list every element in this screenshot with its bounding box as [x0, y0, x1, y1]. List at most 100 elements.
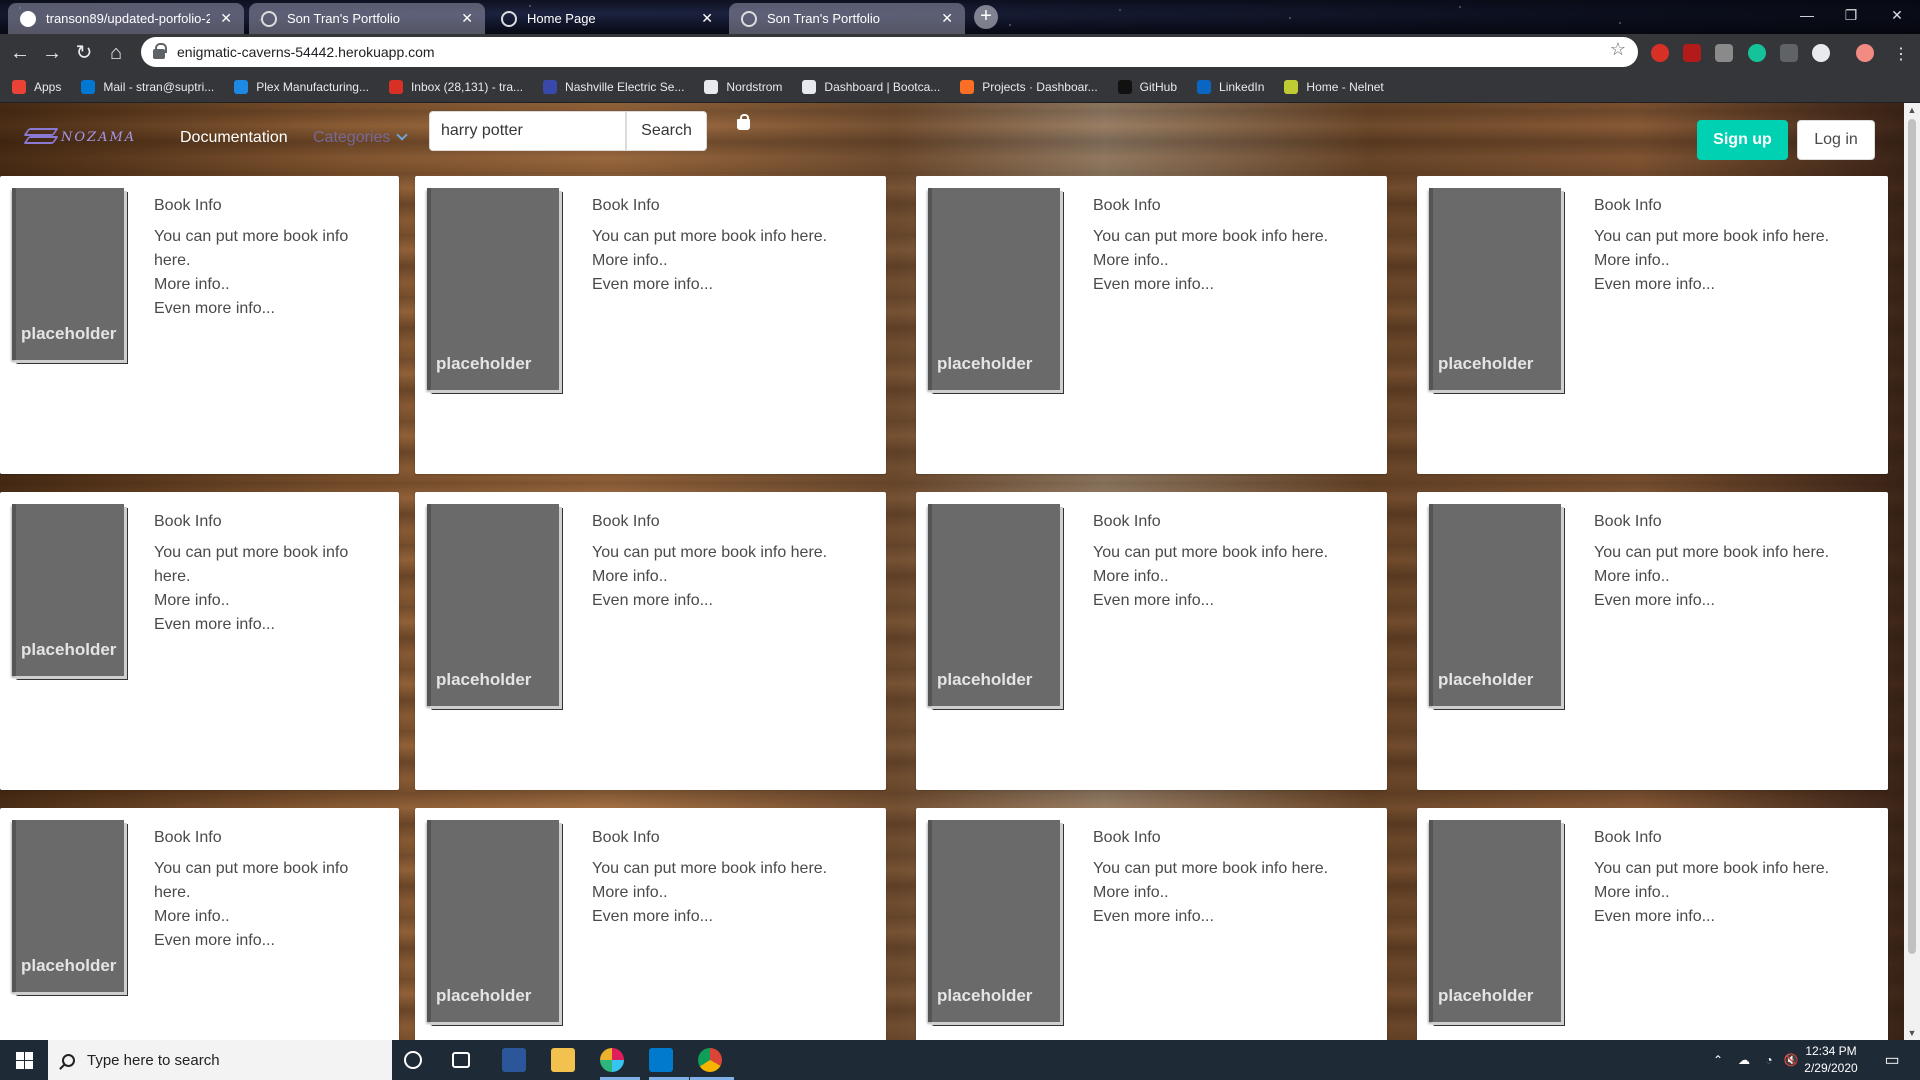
avatar[interactable] — [1856, 44, 1874, 62]
bookmark-item[interactable]: Nashville Electric Se... — [543, 79, 684, 94]
book-card[interactable]: placeholder Book Info You can put more boo… — [916, 176, 1387, 474]
menu-icon[interactable]: ⋮ — [1892, 44, 1910, 63]
book-cover-image[interactable]: placeholder — [12, 504, 124, 676]
bookmark-item[interactable]: GitHub — [1117, 79, 1177, 94]
book-card[interactable]: placeholder Book Info You can put more boo… — [1417, 808, 1888, 1040]
pdf-extension-icon[interactable] — [1683, 44, 1701, 62]
cortana-icon[interactable] — [404, 1051, 422, 1069]
book-cover-image[interactable]: placeholder — [427, 820, 559, 1022]
bookmark-label: Dashboard | Bootca... — [824, 79, 941, 94]
bookmark-item[interactable]: Plex Manufacturing... — [234, 79, 369, 94]
sign-up-button[interactable]: Sign up — [1697, 120, 1788, 160]
close-window-button[interactable]: ✕ — [1874, 0, 1920, 34]
book-card[interactable]: placeholder Book Info You can put more boo… — [415, 808, 886, 1040]
log-in-button[interactable]: Log in — [1797, 120, 1875, 160]
book-info-title: Book Info — [154, 829, 222, 846]
nav-categories[interactable]: Categories — [313, 129, 409, 147]
close-icon[interactable]: ✕ — [701, 10, 713, 27]
book-card[interactable]: placeholder Book Info You can put more boo… — [415, 176, 886, 474]
taskbar-search[interactable]: Type here to search — [48, 1040, 392, 1080]
bookmark-item[interactable]: Projects · Dashboar... — [960, 79, 1098, 94]
book-card[interactable]: placeholder Book Info You can put more boo… — [916, 808, 1387, 1040]
book-card[interactable]: placeholder Book Info You can put more boo… — [415, 492, 886, 790]
book-cover-image[interactable]: placeholder — [427, 188, 559, 390]
book-cover-image[interactable]: placeholder — [12, 188, 124, 360]
scrollbar-thumb[interactable] — [1908, 119, 1916, 954]
onedrive-icon[interactable]: ☁ — [1732, 1040, 1756, 1080]
book-cover-image[interactable]: placeholder — [12, 820, 124, 992]
restore-button[interactable]: ❐ — [1828, 0, 1874, 34]
bookmark-item[interactable]: Dashboard | Bootca... — [802, 79, 941, 94]
home-button[interactable]: ⌂ — [100, 37, 132, 69]
search-button[interactable]: Search — [626, 111, 707, 151]
back-button[interactable]: ← — [4, 37, 36, 69]
tab-portfolio-2[interactable]: Son Tran's Portfolio ✕ — [729, 3, 965, 34]
book-info-line: More info.. — [154, 276, 230, 293]
windows-start-icon[interactable] — [0, 1040, 48, 1080]
nav-categories-label: Categories — [313, 129, 391, 146]
book-cover-image[interactable]: placeholder — [1429, 504, 1561, 706]
book-info-line: More info.. — [592, 252, 668, 269]
task-view-icon[interactable] — [452, 1052, 470, 1068]
close-icon[interactable]: ✕ — [461, 10, 473, 27]
new-tab-button[interactable]: + — [974, 5, 998, 29]
extension-icon[interactable] — [1651, 44, 1669, 62]
tab-github[interactable]: transon89/updated-porfolio-2 ✕ — [8, 3, 244, 34]
close-icon[interactable]: ✕ — [220, 10, 232, 27]
bookmark-item[interactable]: Nordstrom — [704, 79, 782, 94]
slack-icon[interactable] — [600, 1048, 624, 1072]
address-bar[interactable]: enigmatic-caverns-54442.herokuapp.com ☆ — [141, 37, 1638, 67]
book-card[interactable]: placeholder Book Info You can put more boo… — [0, 176, 399, 474]
book-cover-image[interactable]: placeholder — [1429, 188, 1561, 390]
forward-button[interactable]: → — [36, 37, 68, 69]
bookmark-item[interactable]: Home - Nelnet — [1284, 79, 1384, 94]
extension-icon[interactable] — [1812, 44, 1830, 62]
search-input[interactable] — [429, 111, 626, 151]
book-cover-image[interactable]: placeholder — [928, 188, 1060, 390]
scroll-down-icon[interactable]: ▼ — [1904, 1028, 1920, 1038]
chrome-icon[interactable] — [698, 1048, 722, 1072]
close-icon[interactable]: ✕ — [941, 10, 953, 27]
shopping-bag-icon[interactable] — [737, 114, 750, 130]
word-icon[interactable] — [502, 1048, 526, 1072]
file-explorer-icon[interactable] — [551, 1048, 575, 1072]
book-info-line: More info.. — [592, 568, 668, 585]
wifi-icon[interactable]: ◔ — [1758, 1040, 1780, 1080]
tab-portfolio[interactable]: Son Tran's Portfolio ✕ — [249, 3, 485, 34]
nav-documentation[interactable]: Documentation — [180, 129, 288, 147]
cast-icon[interactable] — [1780, 44, 1798, 62]
book-card[interactable]: placeholder Book Info You can put more boo… — [916, 492, 1387, 790]
book-card[interactable]: placeholder Book Info You can put more boo… — [0, 492, 399, 790]
bookmark-favicon-icon — [1197, 79, 1212, 94]
page-scrollbar[interactable]: ▲ ▼ — [1904, 103, 1920, 1040]
tab-home-page[interactable]: Home Page ✕ — [489, 3, 725, 34]
vscode-icon[interactable] — [649, 1048, 673, 1072]
book-card[interactable]: placeholder Book Info You can put more boo… — [1417, 176, 1888, 474]
bookmark-item[interactable]: Inbox (28,131) - tra... — [388, 79, 523, 94]
taskbar-clock[interactable]: 12:34 PM 2/29/2020 — [1796, 1043, 1866, 1077]
site-logo[interactable]: NOZAMA — [23, 127, 136, 147]
bookmark-star-icon[interactable]: ☆ — [1610, 39, 1626, 60]
notifications-icon[interactable]: ▭ — [1878, 1040, 1906, 1080]
minimize-button[interactable]: — — [1784, 0, 1830, 34]
book-card[interactable]: placeholder Book Info You can put more boo… — [1417, 492, 1888, 790]
bookmark-item[interactable]: Mail - stran@suptri... — [81, 79, 215, 94]
extension-icon[interactable] — [1715, 44, 1733, 62]
book-info-title: Book Info — [1093, 197, 1161, 214]
tray-chevron-icon[interactable]: ⌃ — [1708, 1040, 1728, 1080]
grammarly-icon[interactable] — [1748, 44, 1766, 62]
book-cover-image[interactable]: placeholder — [928, 820, 1060, 1022]
reload-button[interactable]: ↻ — [68, 37, 100, 69]
bookmark-item[interactable]: LinkedIn — [1197, 79, 1264, 94]
book-cover-image[interactable]: placeholder — [928, 504, 1060, 706]
book-cover-label: placeholder — [1438, 986, 1534, 1005]
book-cover-image[interactable]: placeholder — [1429, 820, 1561, 1022]
book-info-line: Even more info... — [1594, 276, 1715, 293]
bookmark-item[interactable]: Apps — [12, 79, 61, 94]
logo-mark-icon — [23, 127, 59, 147]
book-cover-image[interactable]: placeholder — [427, 504, 559, 706]
bookmark-label: Mail - stran@suptri... — [103, 79, 215, 94]
book-cover-label: placeholder — [436, 986, 532, 1005]
scroll-up-icon[interactable]: ▲ — [1904, 105, 1920, 115]
book-card[interactable]: placeholder Book Info You can put more boo… — [0, 808, 399, 1040]
